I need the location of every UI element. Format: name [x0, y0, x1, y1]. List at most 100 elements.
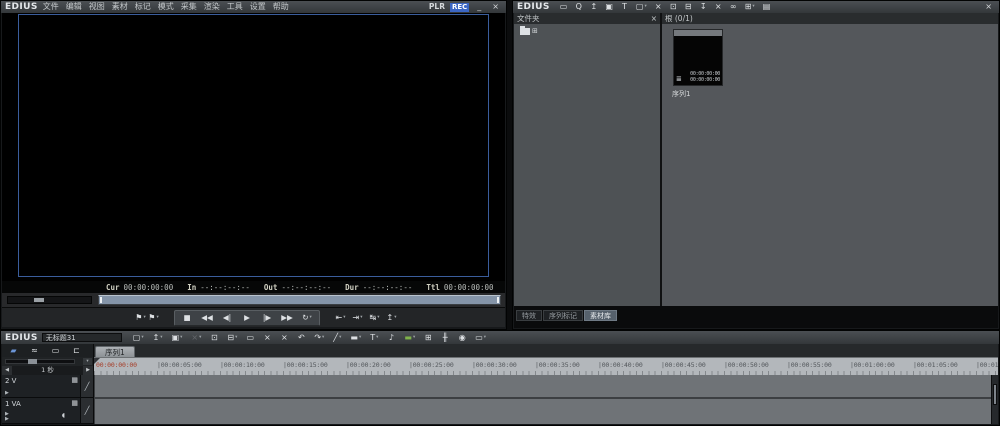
- dropdown-caret-icon[interactable]: ▾: [160, 335, 162, 340]
- video-track-lane[interactable]: [94, 375, 998, 397]
- bin-tab[interactable]: 特效: [516, 310, 542, 321]
- dropdown-caret-icon[interactable]: ▾: [343, 315, 345, 320]
- dropdown-caret-icon[interactable]: ▾: [199, 335, 201, 340]
- pin-icon[interactable]: ↧▾: [699, 2, 708, 13]
- dropdown-caret-icon[interactable]: ▾: [180, 335, 182, 340]
- new-sequence-icon[interactable]: ▢▾: [132, 332, 145, 344]
- menu-item[interactable]: 帮助: [273, 1, 289, 13]
- dropdown-caret-icon[interactable]: ▾: [310, 315, 312, 320]
- add-transition-icon[interactable]: ▬▾: [349, 332, 362, 344]
- ripple-mode-icon[interactable]: ≈: [28, 345, 41, 356]
- play-button[interactable]: ▶▾: [237, 311, 257, 325]
- sync-lock-icon[interactable]: ▭: [49, 345, 62, 356]
- menu-item[interactable]: 素材: [112, 1, 128, 13]
- menu-item[interactable]: 采集: [181, 1, 197, 13]
- track-patch-area[interactable]: ╱: [80, 375, 93, 397]
- add-clip-icon[interactable]: ▣▾: [604, 2, 614, 13]
- zoom-slider-handle[interactable]: [28, 359, 37, 364]
- paste-icon[interactable]: ⊟▾: [684, 2, 693, 13]
- minimize-button[interactable]: _: [474, 1, 484, 13]
- audio-mixer-icon[interactable]: ╫▾: [440, 332, 450, 344]
- menu-item[interactable]: 文件: [43, 1, 59, 13]
- dropdown-caret-icon[interactable]: ▾: [413, 335, 415, 340]
- create-title-icon[interactable]: T▾: [620, 2, 629, 13]
- menu-item[interactable]: 标记: [135, 1, 151, 13]
- dropdown-caret-icon[interactable]: ▾: [394, 315, 396, 320]
- vertical-scrollbar-thumb[interactable]: [993, 384, 997, 405]
- dropdown-caret-icon[interactable]: ▾: [339, 335, 341, 340]
- dropdown-caret-icon[interactable]: ▾: [156, 315, 158, 320]
- track-expand-icon[interactable]: ▶: [5, 416, 9, 422]
- scale-value[interactable]: 1 秒: [12, 366, 83, 375]
- menu-item[interactable]: 渲染: [204, 1, 220, 13]
- va-track-lane[interactable]: [94, 399, 998, 424]
- dropdown-caret-icon[interactable]: ▾: [141, 335, 143, 340]
- shuttle-control[interactable]: [7, 296, 92, 304]
- new-folder-icon[interactable]: ▭▾: [559, 2, 569, 13]
- dual-monitor-icon[interactable]: ▭▾: [474, 332, 487, 344]
- track-patch-area[interactable]: ╱: [80, 398, 93, 423]
- dropdown-caret-icon[interactable]: ▾: [752, 1, 754, 13]
- bin-tab[interactable]: 序列标记: [543, 310, 583, 321]
- cut-icon[interactable]: ×▾: [190, 332, 202, 344]
- paste-icon[interactable]: ⊟▾: [226, 332, 238, 344]
- snap-mode-icon[interactable]: ⊏: [70, 345, 83, 356]
- set-out-point-button[interactable]: ⚑▾: [147, 311, 160, 325]
- project-name-box[interactable]: 无标题31: [42, 333, 122, 342]
- undo-icon[interactable]: ↶▾: [296, 332, 306, 344]
- stop-button[interactable]: ■▾: [177, 311, 197, 325]
- scale-prev-button[interactable]: ◀: [2, 366, 12, 375]
- export-button[interactable]: ↥▾: [383, 311, 400, 325]
- view-mode-icon[interactable]: ⊞▾: [744, 2, 756, 13]
- zoom-slider[interactable]: [5, 359, 75, 364]
- zoom-menu-button[interactable]: ▾: [83, 358, 92, 365]
- loop-playback-button[interactable]: ↻▾: [297, 311, 317, 325]
- goto-in-point-button[interactable]: ⇤▾: [332, 311, 349, 325]
- export-icon[interactable]: ▬▾: [403, 332, 416, 344]
- copy-icon[interactable]: ⊡▾: [669, 2, 678, 13]
- video-track-icon[interactable]: ▦: [71, 376, 78, 384]
- link-icon[interactable]: ∞▾: [729, 2, 738, 13]
- track-expand-icon[interactable]: ▶: [5, 390, 9, 396]
- previous-frame-button[interactable]: ◀|▾: [217, 311, 237, 325]
- dropdown-caret-icon[interactable]: ▾: [484, 335, 486, 340]
- dropdown-caret-icon[interactable]: ▾: [360, 315, 362, 320]
- scale-next-button[interactable]: ▶: [83, 366, 93, 375]
- dropdown-caret-icon[interactable]: ▾: [235, 335, 237, 340]
- dropdown-caret-icon[interactable]: ▾: [644, 1, 646, 13]
- import-icon[interactable]: ↥▾: [152, 332, 164, 344]
- rewind-button[interactable]: ◀◀▾: [197, 311, 217, 325]
- menu-item[interactable]: 设置: [250, 1, 266, 13]
- save-project-icon[interactable]: ▣▾: [171, 332, 184, 344]
- menu-item[interactable]: 工具: [227, 1, 243, 13]
- dropdown-caret-icon[interactable]: ▾: [359, 335, 361, 340]
- track-header-2v[interactable]: 2 V ▦ ▶ ╱: [2, 375, 93, 398]
- show-in-player-icon[interactable]: ▢▾: [635, 2, 648, 13]
- menu-item[interactable]: 模式: [158, 1, 174, 13]
- cut-icon[interactable]: ×▾: [654, 2, 663, 13]
- dropdown-caret-icon[interactable]: ▾: [143, 315, 145, 320]
- search-icon[interactable]: Q▾: [574, 2, 583, 13]
- dropdown-caret-icon[interactable]: ▾: [377, 315, 379, 320]
- video-track-icon[interactable]: ▦: [71, 399, 78, 407]
- folder-tree-root[interactable]: ⊞: [514, 24, 660, 35]
- set-in-out-icon[interactable]: ▭▾: [245, 332, 255, 344]
- properties-icon[interactable]: ▤▾: [762, 2, 772, 13]
- playhead-icon[interactable]: [94, 358, 100, 364]
- menu-item[interactable]: 编辑: [66, 1, 82, 13]
- player-mode-label[interactable]: PLR: [429, 1, 445, 13]
- close-button[interactable]: ×: [982, 1, 995, 13]
- menu-item[interactable]: 视图: [89, 1, 105, 13]
- ripple-delete-icon[interactable]: ×▾: [262, 332, 272, 344]
- sequence-clip-card[interactable]: ≣ 00:00:00:00 00:00:00:00: [673, 29, 723, 86]
- record-icon[interactable]: ◉▾: [457, 332, 467, 344]
- voice-over-icon[interactable]: ♪▾: [386, 332, 396, 344]
- set-in-point-button[interactable]: ⚑▾: [134, 311, 147, 325]
- clip-name-label[interactable]: 序列1: [672, 89, 690, 99]
- shuttle-handle[interactable]: [34, 298, 44, 302]
- fast-forward-button[interactable]: ▶▶▾: [277, 311, 297, 325]
- bin-tab[interactable]: 素材库: [584, 310, 617, 321]
- trim-mode-icon[interactable]: ╱▾: [332, 332, 342, 344]
- timeline-ruler[interactable]: 00:00:00:00 |00:00:05:00|00:00:10:00|00:…: [94, 357, 998, 375]
- add-cut-point-button[interactable]: ↹▾: [366, 311, 383, 325]
